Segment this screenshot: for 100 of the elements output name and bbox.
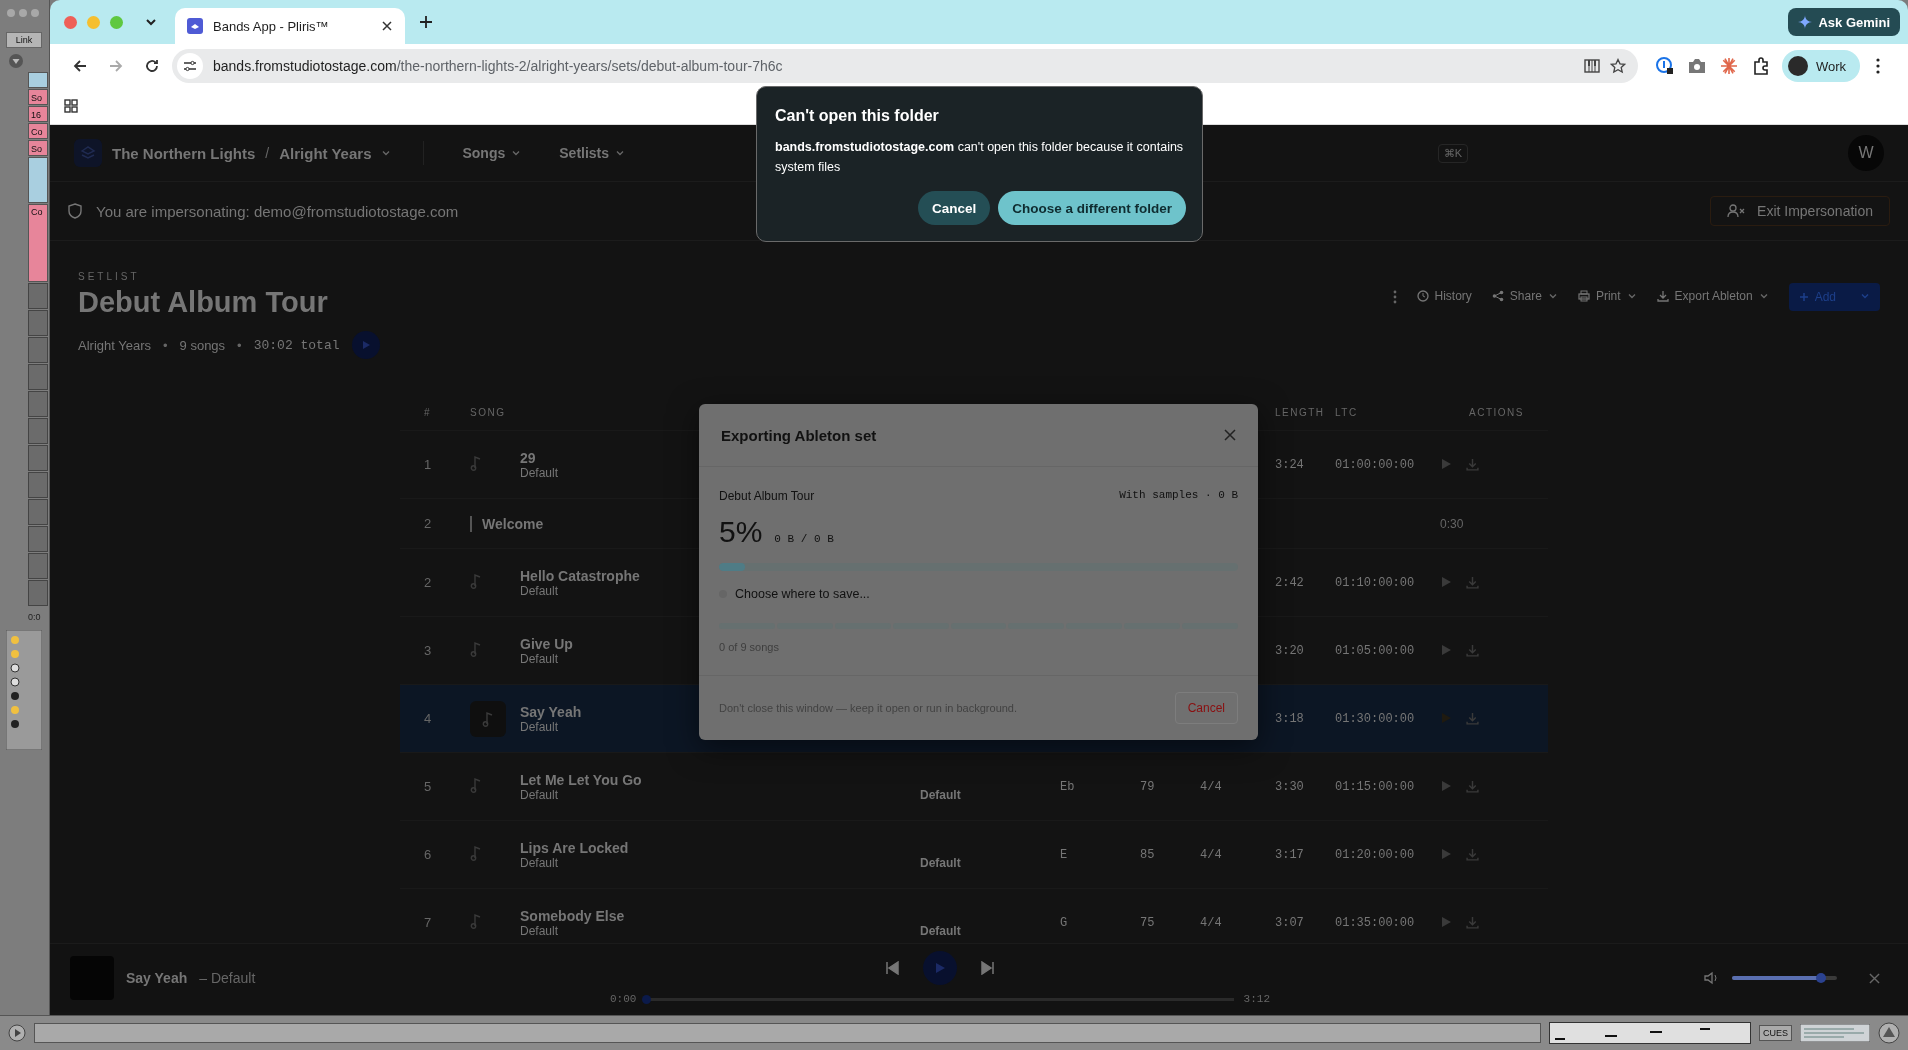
triangle-up-icon[interactable] xyxy=(1878,1022,1900,1044)
column-header: # xyxy=(424,407,433,418)
dialog-title: Exporting Ableton set xyxy=(721,426,877,444)
profile-button[interactable]: Work xyxy=(1781,50,1860,82)
nav-menu[interactable]: Setlists xyxy=(553,144,632,162)
shortcut-hint: ⌘K xyxy=(1437,143,1468,163)
camera-icon[interactable] xyxy=(1687,58,1706,74)
starburst-icon[interactable] xyxy=(1719,57,1738,75)
download-icon[interactable] xyxy=(1466,848,1479,861)
duration: 3:12 xyxy=(1243,993,1270,1005)
play-icon[interactable] xyxy=(8,1024,26,1042)
browser-tab[interactable]: Bands App - Pliris™ xyxy=(175,8,405,44)
previous-icon[interactable] xyxy=(885,961,899,975)
length-cell-text: 3:07 xyxy=(1275,915,1305,930)
more-icon[interactable] xyxy=(1392,289,1397,305)
band-name[interactable]: The Northern Lights xyxy=(112,144,256,162)
triangle-down-icon[interactable] xyxy=(9,54,23,68)
elapsed-time: 0:00 xyxy=(610,993,637,1005)
extensions-icon[interactable] xyxy=(1751,57,1770,75)
music-note-icon xyxy=(470,455,482,471)
download-icon[interactable] xyxy=(1466,458,1479,471)
song-title[interactable]: Let Me Let You Go xyxy=(520,771,642,788)
new-tab-icon[interactable] xyxy=(419,15,433,29)
version-cell-text: Default xyxy=(920,786,962,802)
exit-impersonation-button[interactable]: Exit Impersonation xyxy=(1710,196,1890,226)
nav-menu[interactable]: Songs xyxy=(456,144,528,162)
music-note-icon xyxy=(470,845,482,861)
download-icon[interactable] xyxy=(1466,916,1479,929)
toolbar-button[interactable]: Share xyxy=(1491,283,1558,309)
close-icon[interactable] xyxy=(381,20,393,32)
caret-icon xyxy=(1547,291,1558,301)
toolbar-button[interactable]: Export Ableton xyxy=(1656,283,1769,309)
clip-slot xyxy=(28,445,48,471)
total-duration: 30:02 total xyxy=(253,337,340,353)
play-button[interactable] xyxy=(923,951,957,985)
breadcrumb-separator: / xyxy=(265,145,270,161)
app-icon xyxy=(187,18,203,34)
download-icon[interactable] xyxy=(1466,712,1479,725)
download-icon[interactable] xyxy=(1466,576,1479,589)
clip-slot xyxy=(28,499,48,525)
toolbar-button[interactable]: Print xyxy=(1577,283,1637,309)
forward-icon[interactable] xyxy=(108,58,124,74)
next-icon[interactable] xyxy=(981,961,995,975)
clip-slot xyxy=(28,283,48,309)
key-cell-text: E xyxy=(1060,847,1069,862)
volume-slider[interactable] xyxy=(1732,976,1837,980)
section-length: 0:30 xyxy=(1440,516,1465,531)
ask-gemini-button[interactable]: Ask Gemini xyxy=(1788,8,1900,36)
row-number: 7 xyxy=(424,915,433,930)
toolbar-button[interactable]: History xyxy=(1416,283,1472,309)
song-title[interactable]: Give Up xyxy=(520,635,573,652)
back-icon[interactable] xyxy=(72,58,88,74)
song-version: Default xyxy=(520,855,559,870)
play-icon xyxy=(360,340,371,350)
reload-icon[interactable] xyxy=(144,58,160,74)
zoom-window-button[interactable] xyxy=(110,15,123,29)
address-bar[interactable]: bands.fromstudiotostage.com/the-northern-lights-2/alright-years/sets/debut-album-tour-7h6c xyxy=(172,49,1638,83)
clip[interactable]: So xyxy=(28,140,48,156)
caret-icon xyxy=(1860,291,1870,301)
cues-label: CUES xyxy=(1759,1025,1792,1041)
clip-slot xyxy=(28,580,48,606)
share-icon xyxy=(1491,290,1504,302)
separator-dot: • xyxy=(237,337,242,353)
clip[interactable]: 16 xyxy=(28,106,48,122)
volume-thumb[interactable] xyxy=(1816,973,1827,983)
clip[interactable]: So xyxy=(28,89,48,105)
menu-icon[interactable] xyxy=(1876,58,1880,74)
version-cell-text: Default xyxy=(920,854,962,870)
chevron-down-icon[interactable] xyxy=(145,16,157,28)
song-title[interactable]: 29 xyxy=(520,449,536,466)
star-icon[interactable] xyxy=(1609,58,1626,74)
piano-icon[interactable] xyxy=(1583,58,1600,74)
bpm-cell-text: 75 xyxy=(1140,915,1156,930)
play-button[interactable] xyxy=(351,331,380,359)
seek-thumb[interactable] xyxy=(642,994,652,1004)
album-name[interactable]: Alright Years xyxy=(279,144,372,162)
clip[interactable]: Co xyxy=(28,204,48,282)
apps-icon[interactable] xyxy=(64,99,78,113)
minimize-window-button[interactable] xyxy=(87,15,100,29)
cancel-button[interactable]: Cancel xyxy=(917,191,991,225)
song-title[interactable]: Hello Catastrophe xyxy=(520,567,640,584)
song-title[interactable]: Lips Are Locked xyxy=(520,839,629,856)
clip-slot xyxy=(28,472,48,498)
site-settings-icon[interactable] xyxy=(183,59,197,73)
remove-user-icon xyxy=(1727,204,1746,218)
choose-folder-button[interactable]: Choose a different folder xyxy=(998,191,1186,225)
close-window-button[interactable] xyxy=(64,15,77,29)
caret-icon xyxy=(381,148,392,158)
song-version: Default xyxy=(520,465,559,480)
song-title[interactable]: Say Yeah xyxy=(520,703,582,720)
download-icon[interactable] xyxy=(1466,780,1479,793)
download-icon[interactable] xyxy=(1466,644,1479,657)
avatar[interactable]: W xyxy=(1848,135,1884,171)
song-title[interactable]: Somebody Else xyxy=(520,907,625,924)
volume-icon[interactable] xyxy=(1704,971,1720,985)
music-note-icon xyxy=(470,913,482,929)
link-button[interactable]: Link xyxy=(6,32,42,48)
clip[interactable]: Co xyxy=(28,123,48,139)
music-note-icon xyxy=(470,777,482,793)
password-manager-icon[interactable] xyxy=(1655,57,1674,75)
